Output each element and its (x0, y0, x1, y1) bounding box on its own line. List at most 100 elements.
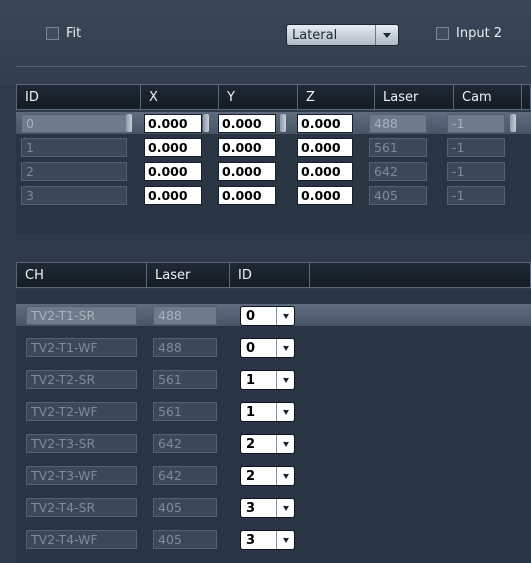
ch-cell: TV2-T4-SR (26, 498, 137, 517)
table-row[interactable]: TV2-T3-SR 642 2 (16, 432, 531, 454)
laser-cell: 405 (153, 498, 217, 517)
id-select-value: 2 (246, 436, 256, 452)
input2-label: Input 2 (456, 26, 503, 41)
id-select-value: 0 (246, 340, 256, 356)
laser-cell: 642 (153, 466, 217, 485)
laser-cell: 561 (153, 370, 217, 389)
z-cell[interactable]: 0.000 (297, 138, 353, 157)
fit-label: Fit (66, 26, 82, 41)
col-header-y[interactable]: Y (219, 85, 298, 109)
table-row[interactable]: TV2-T1-SR 488 0 (16, 304, 531, 326)
table1-header: ID X Y Z Laser Cam (16, 84, 531, 110)
ch-cell: TV2-T3-WF (26, 466, 137, 485)
cam-cell: -1 (447, 162, 505, 181)
table1-body: 0 0.000 0.000 0.000 488 -1 1 0.000 0.000… (16, 112, 531, 234)
chevron-down-icon[interactable] (276, 467, 294, 485)
ch-cell: TV2-T2-SR (26, 370, 137, 389)
table-row[interactable]: TV2-T2-SR 561 1 (16, 368, 531, 390)
table-row[interactable]: TV2-T4-SR 405 3 (16, 496, 531, 518)
divider (16, 66, 526, 67)
chevron-down-icon[interactable] (276, 403, 294, 421)
id-select-value: 3 (246, 532, 256, 548)
id-select-value: 3 (246, 500, 256, 516)
ch-cell: TV2-T3-SR (26, 434, 137, 453)
x-cell[interactable]: 0.000 (144, 138, 202, 157)
table-row[interactable]: 1 0.000 0.000 0.000 561 -1 (16, 136, 531, 158)
id-select[interactable]: 1 (240, 370, 295, 390)
col-header-id[interactable]: ID (230, 263, 310, 287)
laser-cell: 488 (369, 114, 427, 133)
row-handle (126, 114, 132, 132)
cam-cell: -1 (447, 114, 505, 133)
row-handle (203, 114, 209, 132)
table-row[interactable]: TV2-T2-WF 561 1 (16, 400, 531, 422)
ch-cell: TV2-T4-WF (26, 530, 137, 549)
table-row[interactable]: 0 0.000 0.000 0.000 488 -1 (16, 112, 531, 134)
chevron-down-icon[interactable] (276, 435, 294, 453)
id-cell[interactable]: 2 (21, 162, 127, 181)
cam-cell: -1 (447, 186, 505, 205)
id-cell[interactable]: 1 (21, 138, 127, 157)
x-cell[interactable]: 0.000 (144, 162, 202, 181)
col-header-laser[interactable]: Laser (375, 85, 454, 109)
id-select[interactable]: 3 (240, 498, 295, 518)
fit-checkbox[interactable] (46, 27, 59, 40)
id-select[interactable]: 1 (240, 402, 295, 422)
z-cell[interactable]: 0.000 (297, 114, 353, 133)
table2-body: TV2-T1-SR 488 0 TV2-T1-WF 488 0 TV2-T2-S… (16, 290, 531, 563)
id-select-value: 0 (246, 308, 256, 324)
fit-checkbox-group[interactable]: Fit (46, 26, 81, 41)
id-select-value: 1 (246, 404, 256, 420)
col-header-ch[interactable]: CH (17, 263, 147, 287)
chevron-down-icon[interactable] (276, 499, 294, 517)
laser-cell: 561 (369, 138, 427, 157)
table-row[interactable]: 2 0.000 0.000 0.000 642 -1 (16, 160, 531, 182)
id-select[interactable]: 0 (240, 338, 295, 358)
laser-cell: 642 (369, 162, 427, 181)
table-row[interactable]: TV2-T3-WF 642 2 (16, 464, 531, 486)
x-cell[interactable]: 0.000 (144, 114, 202, 133)
id-cell[interactable]: 3 (21, 186, 127, 205)
chevron-down-icon[interactable] (276, 531, 294, 549)
table2-header: CH Laser ID (16, 262, 531, 288)
y-cell[interactable]: 0.000 (218, 162, 276, 181)
y-cell[interactable]: 0.000 (218, 114, 276, 133)
col-header-z[interactable]: Z (298, 85, 375, 109)
col-header-cam[interactable]: Cam (454, 85, 522, 109)
id-cell[interactable]: 0 (21, 114, 127, 133)
col-header-laser[interactable]: Laser (147, 263, 230, 287)
mode-dropdown-value: Lateral (292, 27, 338, 43)
col-header-id[interactable]: ID (17, 85, 141, 109)
col-header-x[interactable]: X (141, 85, 219, 109)
mode-dropdown[interactable]: Lateral (286, 24, 399, 46)
row-handle (280, 114, 286, 132)
table-row[interactable]: TV2-T4-WF 405 3 (16, 528, 531, 550)
laser-cell: 405 (153, 530, 217, 549)
y-cell[interactable]: 0.000 (218, 186, 276, 205)
table-row[interactable]: TV2-T1-WF 488 0 (16, 336, 531, 358)
chevron-down-icon[interactable] (375, 25, 398, 45)
input2-checkbox-group[interactable]: Input 2 (436, 26, 502, 41)
input2-checkbox[interactable] (436, 27, 449, 40)
id-select[interactable]: 2 (240, 434, 295, 454)
laser-cell: 488 (153, 306, 217, 325)
x-cell[interactable]: 0.000 (144, 186, 202, 205)
z-cell[interactable]: 0.000 (297, 186, 353, 205)
z-cell[interactable]: 0.000 (297, 162, 353, 181)
chevron-down-icon[interactable] (276, 371, 294, 389)
chevron-down-icon[interactable] (276, 307, 294, 325)
toolbar: Fit Lateral Input 2 (0, 0, 531, 86)
laser-cell: 561 (153, 402, 217, 421)
id-select[interactable]: 0 (240, 306, 295, 326)
chevron-down-icon[interactable] (276, 339, 294, 357)
laser-cell: 405 (369, 186, 427, 205)
id-select-value: 2 (246, 468, 256, 484)
id-select[interactable]: 2 (240, 466, 295, 486)
id-select[interactable]: 3 (240, 530, 295, 550)
y-cell[interactable]: 0.000 (218, 138, 276, 157)
ch-cell: TV2-T1-SR (26, 306, 137, 325)
table-row[interactable]: 3 0.000 0.000 0.000 405 -1 (16, 184, 531, 206)
id-select-value: 1 (246, 372, 256, 388)
row-handle (510, 114, 516, 132)
ch-cell: TV2-T1-WF (26, 338, 137, 357)
